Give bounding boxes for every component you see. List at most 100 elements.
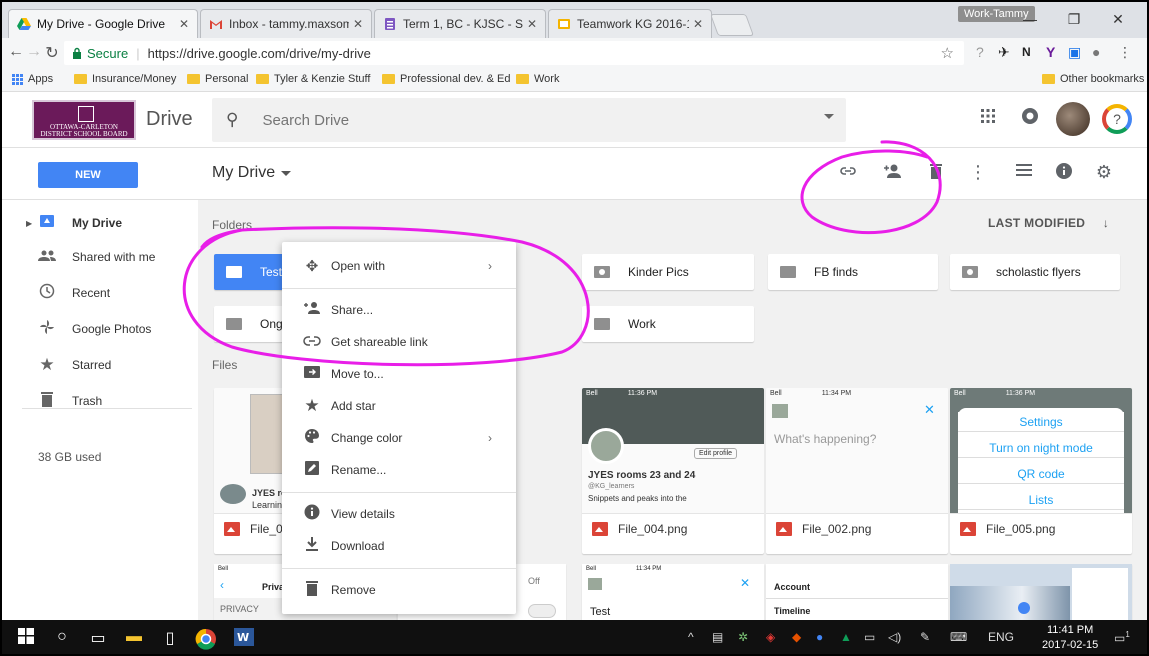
chrome-icon[interactable]	[194, 628, 218, 654]
file-card[interactable]: Bell 11:34 PM ✕ Test	[582, 564, 764, 620]
language-indicator[interactable]: ENG	[988, 630, 1014, 644]
folder-item[interactable]: Kinder Pics	[582, 254, 754, 290]
add-person-icon[interactable]	[880, 162, 904, 185]
menu-item-get-link[interactable]: Get shareable link	[282, 326, 516, 358]
word-icon[interactable]: W	[232, 628, 256, 651]
drive-sync-icon[interactable]: ▲	[840, 630, 852, 644]
file-card[interactable]: Account Timeline	[766, 564, 948, 620]
account-ring-icon[interactable]: ?	[1102, 104, 1132, 134]
close-icon[interactable]: ✕	[353, 17, 363, 31]
sidebar-item-shared[interactable]: Shared with me	[2, 240, 198, 274]
bookmark-other[interactable]: Other bookmarks	[1042, 73, 1144, 85]
sidebar-item-my-drive[interactable]: ▶ My Drive	[2, 206, 198, 240]
close-icon[interactable]: ✕	[527, 17, 537, 31]
back-icon[interactable]: ←	[6, 43, 26, 61]
tab-my-drive[interactable]: My Drive - Google Drive ✕	[8, 9, 198, 38]
forward-icon[interactable]: →	[24, 43, 44, 61]
url-bar[interactable]: Secure | https://drive.google.com/drive/…	[64, 41, 964, 65]
menu-item-view-details[interactable]: View details	[282, 498, 516, 530]
bookmark-personal[interactable]: Personal	[187, 73, 248, 85]
file-card[interactable]: Bell 11:36 PM Settings Turn on night mode…	[950, 388, 1132, 554]
notifications-icon[interactable]	[1020, 106, 1040, 131]
menu-item-add-star[interactable]: ★ Add star	[282, 390, 516, 422]
menu-item-remove[interactable]: Remove	[282, 574, 516, 606]
antivirus-icon[interactable]: ◈	[766, 630, 775, 644]
sidebar-item-google-photos[interactable]: Google Photos	[2, 312, 198, 346]
menu-item-rename[interactable]: Rename...	[282, 454, 516, 486]
location-dropdown[interactable]: My Drive	[212, 164, 292, 182]
extension-rocket-icon[interactable]: ✈	[998, 44, 1010, 61]
menu-item-download[interactable]: Download	[282, 530, 516, 562]
volume-icon[interactable]: ◁)	[888, 630, 901, 644]
menu-item-change-color[interactable]: Change color ›	[282, 422, 516, 454]
extension-n-icon[interactable]: N	[1022, 45, 1031, 59]
action-center-icon[interactable]: ▭1	[1114, 630, 1130, 645]
list-view-icon[interactable]	[1012, 162, 1036, 183]
extension-pin-icon[interactable]: ●	[1092, 44, 1100, 60]
new-button[interactable]: NEW	[38, 162, 138, 188]
secure-indicator[interactable]: Secure	[72, 46, 128, 61]
search-input[interactable]: ⚲ Search Drive	[212, 98, 846, 142]
file-explorer-icon[interactable]: ▬	[122, 628, 146, 646]
restore-icon[interactable]: ❐	[1052, 8, 1096, 30]
extension-help-icon[interactable]: ?	[976, 44, 984, 60]
acrobat-icon[interactable]: ◆	[792, 630, 801, 644]
window-close-icon[interactable]: ✕	[1096, 8, 1140, 30]
link-icon[interactable]	[836, 162, 860, 185]
gear-icon[interactable]: ⚙	[1092, 162, 1116, 183]
school-board-logo[interactable]: OTTAWA-CARLETON DISTRICT SCHOOL BOARD	[32, 100, 136, 140]
tab-term-sheet[interactable]: Term 1, BC - KJSC - STAR ✕	[374, 9, 546, 38]
apps-launcher-icon[interactable]	[980, 108, 996, 129]
task-view-icon[interactable]: ▭	[86, 628, 110, 648]
expand-arrow-icon[interactable]: ▶	[26, 219, 32, 228]
network-icon[interactable]: ▭	[864, 630, 875, 644]
bookmark-work[interactable]: Work	[516, 73, 559, 85]
folder-item[interactable]: Work	[582, 306, 754, 342]
folder-item[interactable]: scholastic flyers	[950, 254, 1120, 290]
sidebar-item-starred[interactable]: ★ Starred	[2, 348, 198, 382]
more-options-icon[interactable]: ⋮	[966, 162, 990, 183]
search-icon[interactable]: ⚲	[226, 110, 238, 130]
menu-item-share[interactable]: Share...	[282, 294, 516, 326]
file-card[interactable]: Bell 11:34 PM ✕ What's happening? File_00…	[766, 388, 948, 554]
pen-icon[interactable]: ✎	[920, 630, 930, 644]
sort-direction-icon[interactable]: ↓	[1103, 216, 1109, 230]
windows-start-icon[interactable]	[14, 628, 38, 649]
tab-inbox[interactable]: Inbox - tammy.maxsom- ✕	[200, 9, 372, 38]
close-icon[interactable]: ✕	[179, 17, 189, 31]
bookmark-apps[interactable]: Apps	[12, 73, 53, 85]
menu-item-move-to[interactable]: Move to...	[282, 358, 516, 390]
tab-teamwork[interactable]: Teamwork KG 2016-17 - ✕	[548, 9, 712, 38]
menu-item-open-with[interactable]: ✥ Open with ›	[282, 250, 516, 282]
bookmark-professional-dev[interactable]: Professional dev. & Ed	[382, 73, 510, 85]
extension-y-icon[interactable]: Y	[1046, 44, 1055, 60]
tray-expand-icon[interactable]: ^	[688, 630, 694, 644]
product-name[interactable]: Drive	[146, 108, 193, 131]
search-icon[interactable]: ○	[50, 628, 74, 646]
search-options-chevron-icon[interactable]	[824, 114, 834, 124]
printer-icon[interactable]: ▤	[712, 630, 723, 644]
folder-item[interactable]: FB finds	[768, 254, 938, 290]
extension-new-icon[interactable]: ▣	[1068, 44, 1081, 61]
avatar[interactable]	[1056, 102, 1090, 136]
bookmark-tyler-kenzie[interactable]: Tyler & Kenzie Stuff	[256, 73, 370, 85]
file-card[interactable]	[950, 564, 1132, 620]
sidebar-item-trash[interactable]: Trash	[2, 384, 198, 418]
bookmark-star-icon[interactable]: ☆	[941, 44, 954, 62]
sync-icon[interactable]: ✲	[738, 630, 748, 644]
new-tab-button[interactable]	[709, 14, 755, 36]
menu-kebab-icon[interactable]: ⋮	[1118, 44, 1132, 61]
trash-icon[interactable]	[924, 162, 948, 185]
bookmark-insurance[interactable]: Insurance/Money	[74, 73, 176, 85]
clock[interactable]: 11:41 PM 2017-02-15	[1042, 623, 1098, 653]
cloud-icon[interactable]: ●	[816, 630, 823, 644]
reload-icon[interactable]: ↻	[42, 43, 62, 63]
sort-dropdown[interactable]: LAST MODIFIED ↓	[988, 216, 1109, 230]
close-icon[interactable]: ✕	[693, 17, 703, 31]
document-icon[interactable]: ▯	[158, 628, 182, 648]
info-icon[interactable]	[1052, 162, 1076, 185]
file-card[interactable]: Bell 11:36 PM Edit profile JYES rooms 23 …	[582, 388, 764, 554]
keyboard-icon[interactable]: ⌨	[950, 630, 967, 644]
sidebar-item-recent[interactable]: Recent	[2, 276, 198, 310]
minimize-icon[interactable]: —	[1008, 8, 1052, 30]
